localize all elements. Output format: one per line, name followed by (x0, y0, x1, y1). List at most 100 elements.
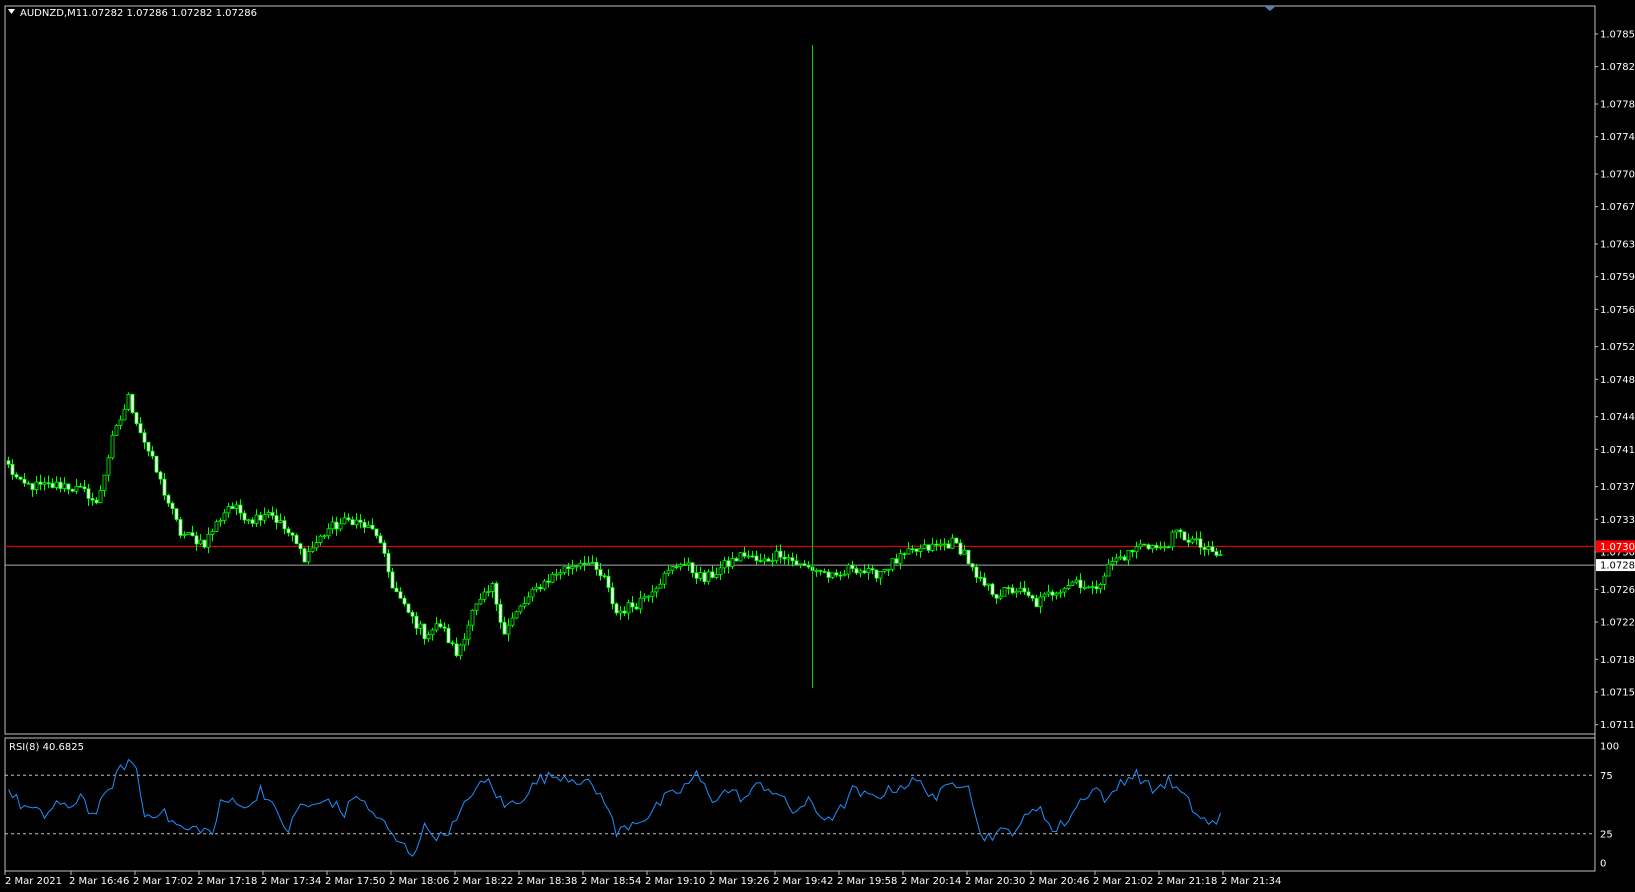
candle-body-bear (1214, 551, 1219, 556)
candle-body-bull (706, 571, 711, 583)
candle-body-bear (250, 519, 255, 524)
candle-body-bull (222, 512, 227, 521)
candle-body-bear (926, 544, 931, 551)
candle-body-bull (1098, 583, 1103, 590)
time-tick-label: 2 Mar 17:02 (133, 876, 193, 887)
candle-body-bull (846, 564, 851, 575)
candle-body-bull (518, 605, 523, 613)
candle-body-bear (422, 623, 427, 640)
candle-body-bull (470, 609, 475, 626)
candle-body-bear (66, 483, 71, 490)
candle-body-bear (710, 571, 715, 578)
candle-body-bear (958, 542, 963, 555)
candle-body-bear (990, 583, 995, 595)
candle-body-bear (350, 519, 355, 526)
candle-body-bull (186, 532, 191, 535)
candle-body-bull (1114, 557, 1119, 562)
candle-body-bear (782, 556, 787, 560)
candle-body-bear (190, 532, 195, 537)
candle-body-bull (318, 535, 323, 543)
rsi-chart-area[interactable] (4, 737, 1596, 872)
candle-body-bull (522, 603, 527, 607)
candle-body-bull (1066, 585, 1071, 589)
candle-body-bull (1002, 587, 1007, 597)
time-tick-label: 2 Mar 19:26 (709, 876, 769, 887)
candle-body-bear (410, 612, 415, 617)
time-tick-label: 2 Mar 18:06 (389, 876, 449, 887)
candle-body-bull (866, 568, 871, 574)
candle-body-bear (282, 520, 287, 530)
mt4-chart-window[interactable]: AUDNZD,M1 1.07282 1.07286 1.07282 1.0728… (0, 0, 1635, 892)
candle-body-bear (982, 577, 987, 586)
candle-body-bear (274, 515, 279, 523)
main-chart-area[interactable] (4, 5, 1596, 735)
time-axis-labels: 2 Mar 2021 2 Mar 16:46 2 Mar 17:02 2 Mar… (4, 871, 1281, 887)
candle-body-bull (42, 482, 47, 485)
candle-body-bear (818, 570, 823, 572)
candle-body-bull (930, 543, 935, 551)
candle-body-bear (58, 481, 63, 489)
candle-body-bull (898, 553, 903, 564)
candle-body-bull (678, 564, 683, 568)
candle-body-bull (878, 571, 883, 579)
price-tick-label: 1.07560 (1600, 305, 1635, 316)
bid-price-text: 1.07286 (1600, 561, 1635, 572)
rsi-tick-label: 75 (1600, 771, 1613, 782)
candle-body-bull (354, 519, 359, 526)
candle-body-bull (1018, 587, 1023, 592)
candle-body-bull (338, 523, 343, 530)
candle-body-bull (814, 570, 819, 572)
candle-body-bull (798, 563, 803, 566)
candle-body-bull (1158, 546, 1163, 549)
candle-body-bull (1054, 592, 1059, 596)
candle-body-bull (890, 558, 895, 570)
candle-body-bull (330, 521, 335, 530)
candle-body-bull (886, 568, 891, 571)
candle-body-bull (1162, 546, 1167, 549)
price-tick-label: 1.07115 (1600, 720, 1635, 731)
time-tick-label: 2 Mar 19:10 (645, 876, 705, 887)
candle-body-bear (834, 572, 839, 576)
time-tick-label: 2 Mar 18:54 (581, 876, 641, 887)
candle-body-bear (1142, 543, 1147, 546)
time-tick-label: 2 Mar 2021 (5, 876, 62, 887)
candle-body-bear (726, 560, 731, 567)
candle-body-bear (498, 603, 503, 623)
candle-body-bull (1126, 550, 1131, 561)
candle-body-bear (10, 463, 15, 475)
candle-body-bear (1026, 591, 1031, 596)
candle-body-bull (98, 490, 103, 504)
candle-body-bear (682, 564, 687, 566)
candle-body-bear (370, 524, 375, 530)
candle-body-bear (26, 482, 31, 485)
candle-body-bull (786, 557, 791, 560)
candle-body-bear (414, 615, 419, 629)
candle-body-bull (618, 610, 623, 614)
candle-body-bull (842, 573, 847, 576)
candle-body-bear (78, 485, 83, 488)
candle-body-bear (690, 562, 695, 574)
candle-body-bear (402, 597, 407, 605)
candle-body-bear (450, 642, 455, 645)
candle-body-bear (134, 412, 139, 425)
candle-body-bull (1058, 591, 1063, 594)
candle-body-bear (6, 460, 11, 465)
candle-body-bear (30, 483, 35, 490)
candle-body-bear (870, 568, 875, 571)
rsi-header-label: RSI(8) 40.6825 (9, 742, 84, 753)
candle-body-bear (378, 535, 383, 544)
candle-body-bear (702, 572, 707, 583)
price-tick-label: 1.07485 (1600, 375, 1635, 386)
candle-body-bear (970, 563, 975, 568)
candle-body-bear (166, 494, 171, 504)
candle-body-bear (178, 519, 183, 536)
candle-body-bull (746, 555, 751, 558)
candle-body-bear (758, 560, 763, 562)
time-tick-label: 2 Mar 18:38 (517, 876, 577, 887)
candle-body-bull (474, 603, 479, 611)
candle-body-bull (550, 573, 555, 583)
candle-body-bear (298, 543, 303, 550)
candle-body-bull (1102, 575, 1107, 585)
candle-body-bull (466, 624, 471, 640)
candle-body-bull (506, 624, 511, 635)
